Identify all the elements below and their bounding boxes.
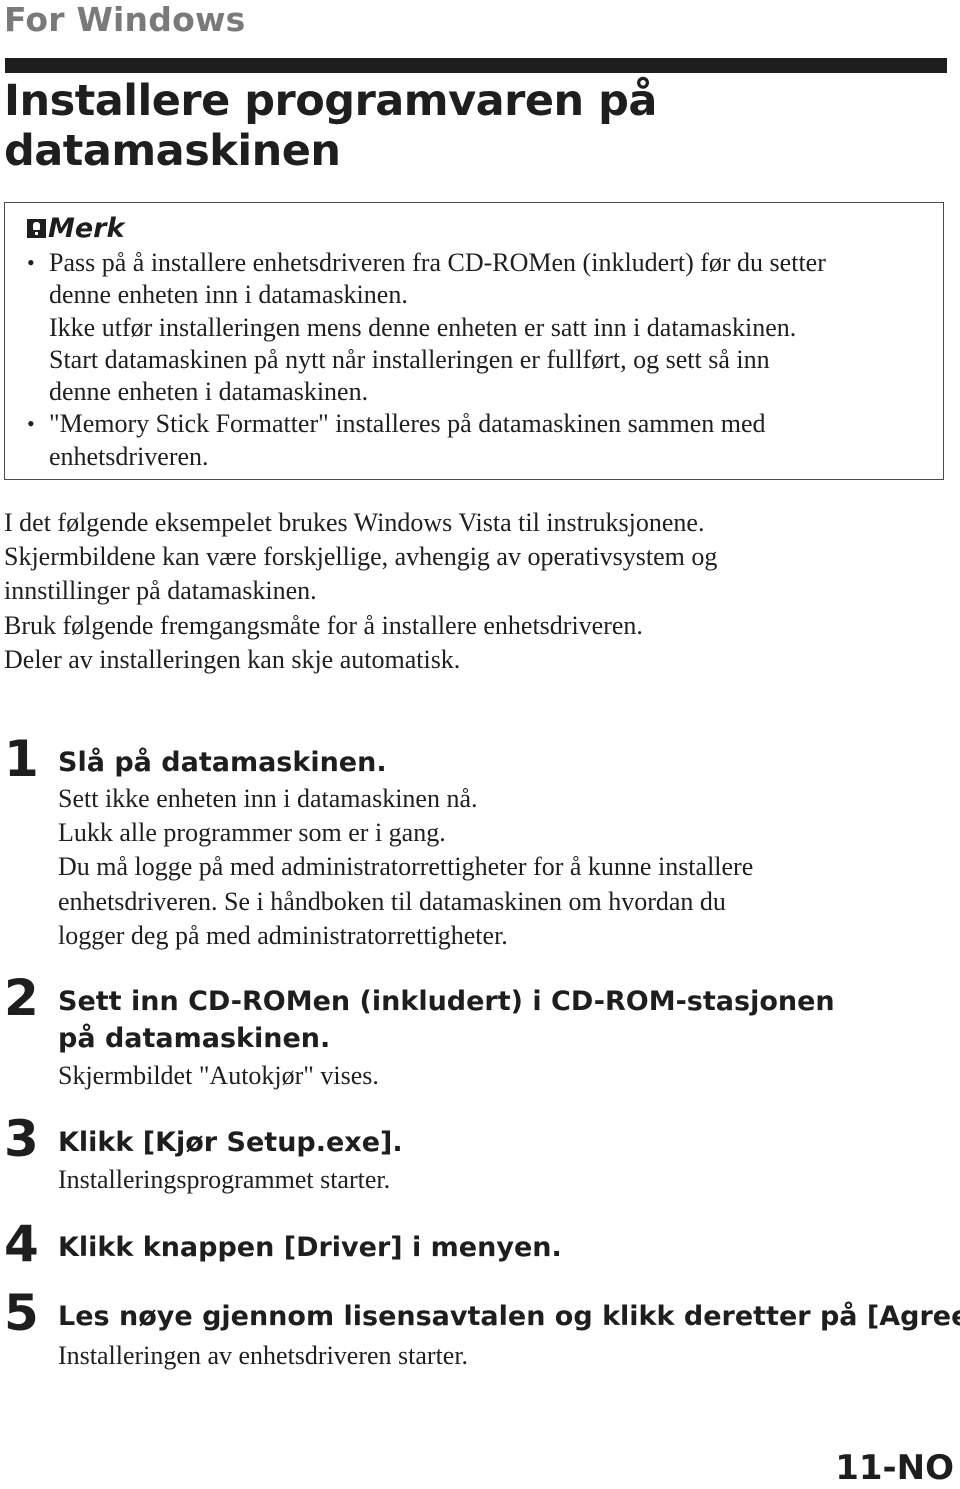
section-label: For Windows	[4, 0, 246, 39]
intro-line: Skjermbildene kan være forskjellige, avh…	[4, 542, 718, 572]
intro-line: Bruk følgende fremgangsmåte for å instal…	[4, 610, 643, 640]
step-body-line: Installeringen av enhetsdriveren starter…	[58, 1341, 469, 1370]
intro-line: I det følgende eksempelet brukes Windows…	[4, 508, 705, 537]
note-line: "Memory Stick Formatter" installeres på …	[49, 409, 766, 439]
note-line: Pass på å installere enhetsdriveren fra …	[49, 248, 826, 277]
intro-paragraph: I det følgende eksempelet brukes Windows…	[4, 506, 944, 677]
note-line: denne enheten i datamaskinen.	[49, 377, 369, 407]
step-body-line: logger deg på med administratorrettighet…	[58, 920, 508, 950]
note-heading: Merk	[27, 213, 124, 244]
page-title: Installere programvaren på datamaskinen	[4, 76, 657, 176]
step-number: 3	[4, 1110, 39, 1168]
note-line: denne enheten inn i datamaskinen.	[49, 280, 408, 310]
note-line: enhetsdriveren.	[49, 441, 209, 471]
step-title: Sett inn CD-ROMen (inkludert) i CD-ROM-s…	[58, 986, 835, 1054]
note-heading-label: Merk	[48, 213, 125, 244]
step-title: Klikk [Kjør Setup.exe].	[58, 1127, 403, 1158]
step-title: Slå på datamaskinen.	[58, 747, 387, 778]
step-title: Les nøye gjennom lisensavtalen og klikk …	[58, 1301, 960, 1332]
note-item: "Memory Stick Formatter" installeres på …	[27, 408, 937, 473]
step-number: 1	[4, 730, 39, 788]
step-number: 5	[4, 1284, 39, 1342]
intro-line: Deler av installeringen kan skje automat…	[4, 644, 461, 674]
step-title: Klikk knappen [Driver] i menyen.	[58, 1232, 562, 1263]
intro-line: innstillinger på datamaskinen.	[4, 576, 317, 606]
note-box: Merk Pass på å installere enhetsdriveren…	[4, 202, 944, 480]
step-body-line: enhetsdriveren. Se i håndboken til datam…	[58, 886, 726, 916]
step-body: Sett ikke enheten inn i datamaskinen nå.…	[58, 782, 938, 953]
note-item: Pass på å installere enhetsdriveren fra …	[27, 247, 937, 408]
step-body-line: Skjermbildet "Autokjør" vises.	[58, 1061, 379, 1090]
step-body: Installeringsprogrammet starter.	[58, 1163, 938, 1197]
step-body-line: Du må logge på med administratorrettighe…	[58, 852, 754, 882]
page-number: 11-NO	[835, 1448, 954, 1488]
note-line: Start datamaskinen på nytt når installer…	[49, 344, 770, 374]
note-list: Pass på å installere enhetsdriveren fra …	[27, 247, 937, 473]
step-body-line: Lukk alle programmer som er i gang.	[58, 818, 446, 848]
step-number: 2	[4, 969, 39, 1027]
page-title-line-2: datamaskinen	[4, 126, 341, 176]
step-number: 4	[4, 1215, 39, 1273]
header-rule	[5, 58, 947, 73]
step-body: Skjermbildet "Autokjør" vises.	[58, 1059, 938, 1093]
note-line: Ikke utfør installeringen mens denne enh…	[49, 312, 797, 342]
step-body-line: Sett ikke enheten inn i datamaskinen nå.	[58, 784, 478, 813]
page-title-line-1: Installere programvaren på	[4, 76, 657, 126]
step-body-line: Installeringsprogrammet starter.	[58, 1165, 391, 1194]
step-body: Installeringen av enhetsdriveren starter…	[58, 1339, 938, 1373]
note-icon	[27, 219, 46, 238]
